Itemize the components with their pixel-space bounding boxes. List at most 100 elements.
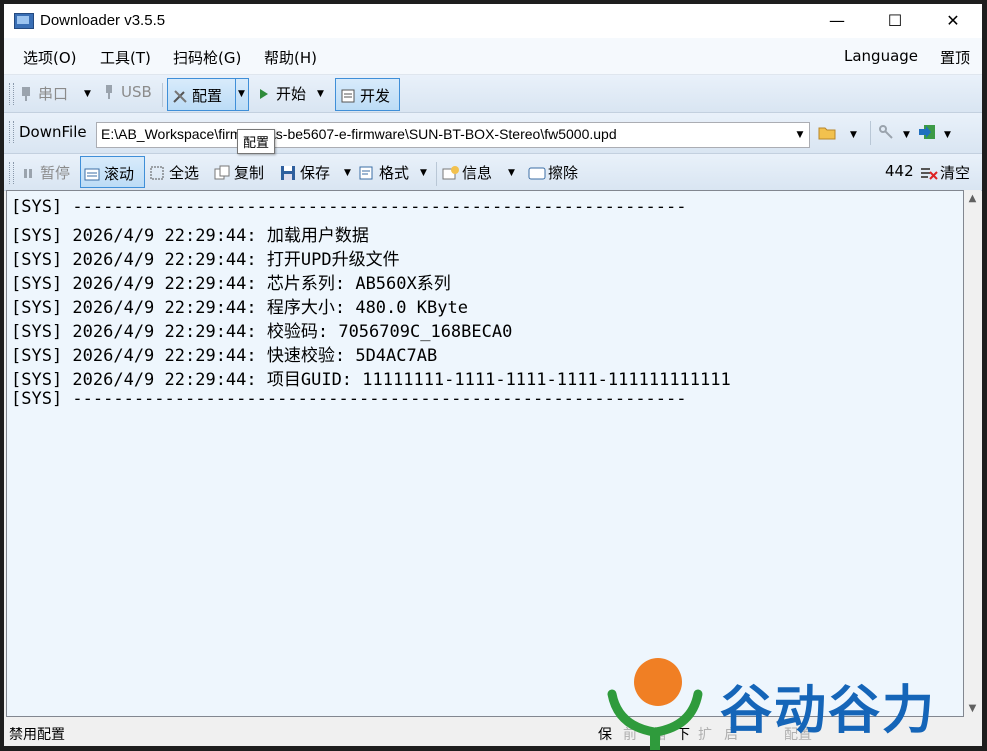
plug-icon [18, 86, 34, 102]
menu-help[interactable]: 帮助(H) [264, 47, 317, 68]
close-button[interactable]: ✕ [924, 4, 982, 38]
pause-label: 暂停 [40, 164, 71, 182]
status-item: 扩 [698, 727, 712, 743]
erase-button[interactable]: 擦除 [528, 162, 578, 183]
start-label: 开始 [276, 85, 307, 103]
config-tooltip: 配置 [237, 129, 276, 154]
line-count: 442 [885, 162, 914, 180]
export-icon [918, 124, 935, 140]
usb-button[interactable]: USB [101, 83, 152, 101]
erase-label: 擦除 [548, 164, 579, 182]
export-button[interactable] [918, 124, 938, 140]
clear-button[interactable]: 清空 [920, 162, 970, 183]
save-label: 保存 [300, 164, 331, 182]
play-icon [256, 86, 272, 102]
vertical-scrollbar[interactable]: ▲ ▼ [964, 190, 981, 717]
toolbar-separator [870, 121, 871, 145]
log-line: [SYS] ----------------------------------… [11, 197, 687, 217]
log-line: [SYS] ----------------------------------… [11, 389, 687, 409]
select-all-label: 全选 [169, 164, 200, 182]
status-text: 禁用配置 [9, 727, 65, 743]
select-all-icon [149, 165, 165, 181]
file-path-value: E:\AB_Workspace\firmware\s-be5607-e-firm… [101, 126, 617, 142]
main-toolbar: 串口 ▼ USB 配置 ▼ 开始 ▼ 开发 [4, 75, 982, 113]
toolbar-separator [162, 83, 163, 107]
tools-icon [172, 88, 188, 104]
status-bar: 禁用配置 保 前 缩 下 扩 启 配置 [4, 718, 982, 746]
floppy-icon [280, 165, 296, 181]
menu-bar: 选项(O) 工具(T) 扫码枪(G) 帮助(H) Language 置顶 [4, 38, 982, 75]
copy-button[interactable]: 复制 [214, 162, 264, 183]
downfile-toolbar: DownFile E:\AB_Workspace\firmware\s-be56… [4, 113, 982, 154]
app-icon [14, 13, 34, 29]
clear-icon [920, 165, 938, 181]
format-icon [359, 165, 375, 181]
usb-icon [101, 84, 117, 100]
toolbar-grip[interactable] [9, 162, 14, 184]
status-item: 前 [623, 727, 637, 743]
config-button[interactable]: 配置 [167, 78, 237, 111]
status-item: 下 [676, 727, 690, 743]
key-dropdown-arrow[interactable]: ▼ [903, 130, 910, 140]
menu-language[interactable]: Language [844, 47, 918, 65]
scroll-down-icon[interactable]: ▼ [964, 700, 981, 717]
scroll-toggle[interactable]: 滚动 [80, 156, 145, 188]
save-dropdown-arrow[interactable]: ▼ [344, 168, 351, 178]
path-dropdown-arrow[interactable]: ▼ [791, 123, 809, 147]
clear-label: 清空 [940, 164, 971, 182]
file-path-combobox[interactable]: E:\AB_Workspace\firmware\s-be5607-e-firm… [96, 122, 810, 148]
serial-button[interactable]: 串口 [18, 83, 68, 104]
info-button[interactable]: 信息 [442, 162, 492, 183]
format-dropdown-arrow[interactable]: ▼ [420, 168, 427, 178]
log-line: [SYS] 2026/4/9 22:29:44: 加载用户数据 [11, 226, 369, 246]
open-folder-button[interactable] [818, 124, 838, 140]
start-button[interactable]: 开始 [256, 83, 306, 104]
format-button[interactable]: 格式 [359, 162, 409, 183]
scroll-up-icon[interactable]: ▲ [964, 190, 981, 207]
scroll-label: 滚动 [104, 165, 135, 183]
log-toolbar: 暂停 滚动 全选 复制 保存 ▼ 格式 ▼ 信息 ▼ 擦除 442 清空 [4, 154, 982, 191]
key-icon [878, 124, 894, 140]
menu-options[interactable]: 选项(O) [23, 47, 77, 68]
status-item: 缩 [652, 727, 666, 743]
folder-icon [818, 124, 836, 140]
format-label: 格式 [379, 164, 410, 182]
folder-dropdown-arrow[interactable]: ▼ [850, 130, 857, 140]
key-button[interactable] [878, 124, 898, 140]
menu-tools[interactable]: 工具(T) [100, 47, 151, 68]
develop-label: 开发 [360, 87, 391, 105]
info-dropdown-arrow[interactable]: ▼ [508, 168, 515, 178]
minimize-button[interactable]: — [808, 4, 866, 38]
pause-button[interactable]: 暂停 [20, 162, 70, 183]
export-dropdown-arrow[interactable]: ▼ [944, 130, 951, 140]
toolbar-grip[interactable] [9, 121, 14, 143]
info-label: 信息 [462, 164, 493, 182]
log-output[interactable]: [SYS] ----------------------------------… [6, 190, 964, 717]
eraser-icon [528, 165, 546, 181]
save-button[interactable]: 保存 [280, 162, 330, 183]
menu-pin-top[interactable]: 置顶 [940, 47, 970, 68]
info-icon [442, 165, 459, 181]
develop-button[interactable]: 开发 [335, 78, 400, 111]
log-line: [SYS] 2026/4/9 22:29:44: 程序大小: 480.0 KBy… [11, 298, 468, 318]
log-line: [SYS] 2026/4/9 22:29:44: 校验码: 7056709C_1… [11, 322, 513, 342]
log-line: [SYS] 2026/4/9 22:29:44: 项目GUID: 1111111… [11, 370, 731, 390]
log-line: [SYS] 2026/4/9 22:29:44: 快速校验: 5D4AC7AB [11, 346, 438, 366]
start-dropdown-arrow[interactable]: ▼ [317, 89, 324, 99]
menu-scanner[interactable]: 扫码枪(G) [173, 47, 241, 68]
status-item: 配置 [784, 727, 812, 743]
copy-label: 复制 [234, 164, 265, 182]
toolbar-grip[interactable] [9, 83, 14, 105]
usb-label: USB [121, 83, 152, 101]
serial-dropdown-arrow[interactable]: ▼ [84, 89, 91, 99]
status-item: 保 [598, 727, 612, 743]
config-label: 配置 [192, 87, 223, 105]
pause-icon [20, 165, 36, 181]
maximize-button[interactable]: ☐ [866, 4, 924, 38]
scroll-icon [84, 166, 100, 182]
title-bar: Downloader v3.5.5 — ☐ ✕ [4, 4, 982, 38]
config-dropdown-arrow[interactable]: ▼ [235, 78, 249, 111]
select-all-button[interactable]: 全选 [149, 162, 199, 183]
status-item: 启 [724, 727, 738, 743]
log-line: [SYS] 2026/4/9 22:29:44: 芯片系列: AB560X系列 [11, 274, 451, 294]
